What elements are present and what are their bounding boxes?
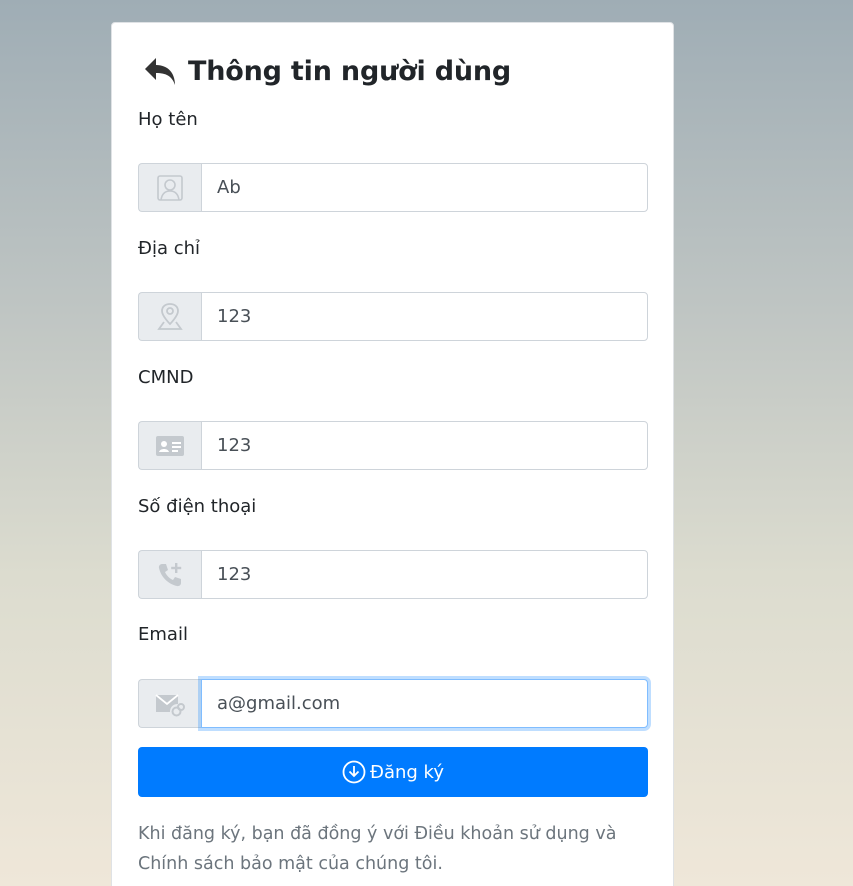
user-icon <box>138 163 201 212</box>
phone-field[interactable] <box>201 550 648 599</box>
email-field[interactable] <box>201 679 648 728</box>
id-number-input-group <box>138 421 648 470</box>
name-field[interactable] <box>201 163 648 212</box>
register-button-label: Đăng ký <box>370 761 444 783</box>
download-circle-icon <box>342 760 366 784</box>
back-arrow-icon[interactable] <box>142 54 182 90</box>
user-info-card: Thông tin người dùng Họ tên Địa chỉ CMND <box>111 22 674 886</box>
email-input-group <box>138 679 648 728</box>
name-input-group <box>138 163 648 212</box>
id-card-icon <box>138 421 201 470</box>
location-pin-icon <box>138 292 201 341</box>
address-label: Địa chỉ <box>138 238 201 259</box>
phone-input-group <box>138 550 648 599</box>
email-label: Email <box>138 624 188 645</box>
mail-link-icon <box>138 679 201 728</box>
page-title: Thông tin người dùng <box>188 56 511 87</box>
phone-label: Số điện thoại <box>138 496 257 517</box>
address-input-group <box>138 292 648 341</box>
name-label: Họ tên <box>138 109 198 130</box>
form-header: Thông tin người dùng <box>142 53 511 91</box>
id-number-field[interactable] <box>201 421 648 470</box>
phone-plus-icon <box>138 550 201 599</box>
register-button[interactable]: Đăng ký <box>138 747 648 797</box>
terms-notice: Khi đăng ký, bạn đã đồng ý với Điều khoả… <box>138 824 617 874</box>
id-number-label: CMND <box>138 367 194 388</box>
address-field[interactable] <box>201 292 648 341</box>
